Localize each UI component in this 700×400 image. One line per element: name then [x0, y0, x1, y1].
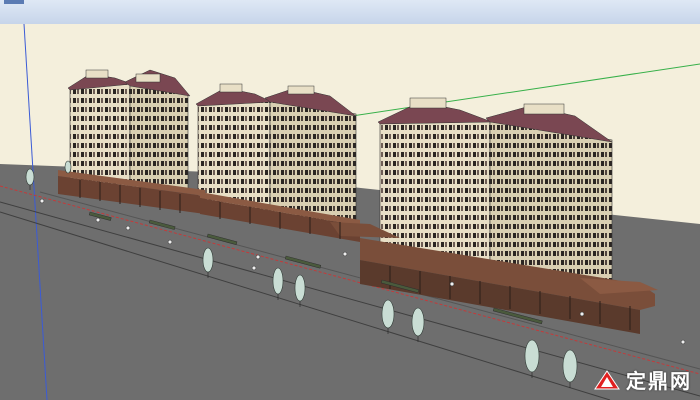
- tree-icon: [64, 160, 72, 174]
- watermark: 定鼎网: [594, 365, 692, 394]
- model-viewport[interactable]: [0, 24, 700, 400]
- sketchup-window: 定鼎网: [0, 0, 700, 400]
- window-tab[interactable]: [4, 0, 24, 4]
- dingding-logo-icon: [594, 369, 620, 389]
- tower-group-left: [67, 69, 191, 193]
- window-title-bar: [0, 0, 700, 25]
- watermark-text: 定鼎网: [626, 369, 692, 393]
